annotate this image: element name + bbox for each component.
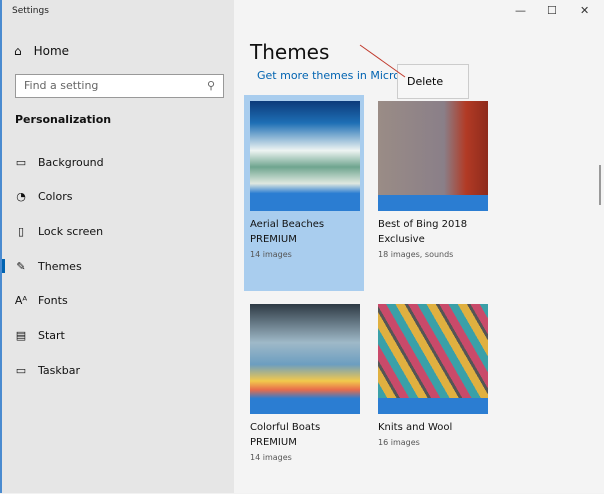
scrollbar[interactable] (599, 165, 601, 205)
annotation-arrow (359, 44, 406, 78)
